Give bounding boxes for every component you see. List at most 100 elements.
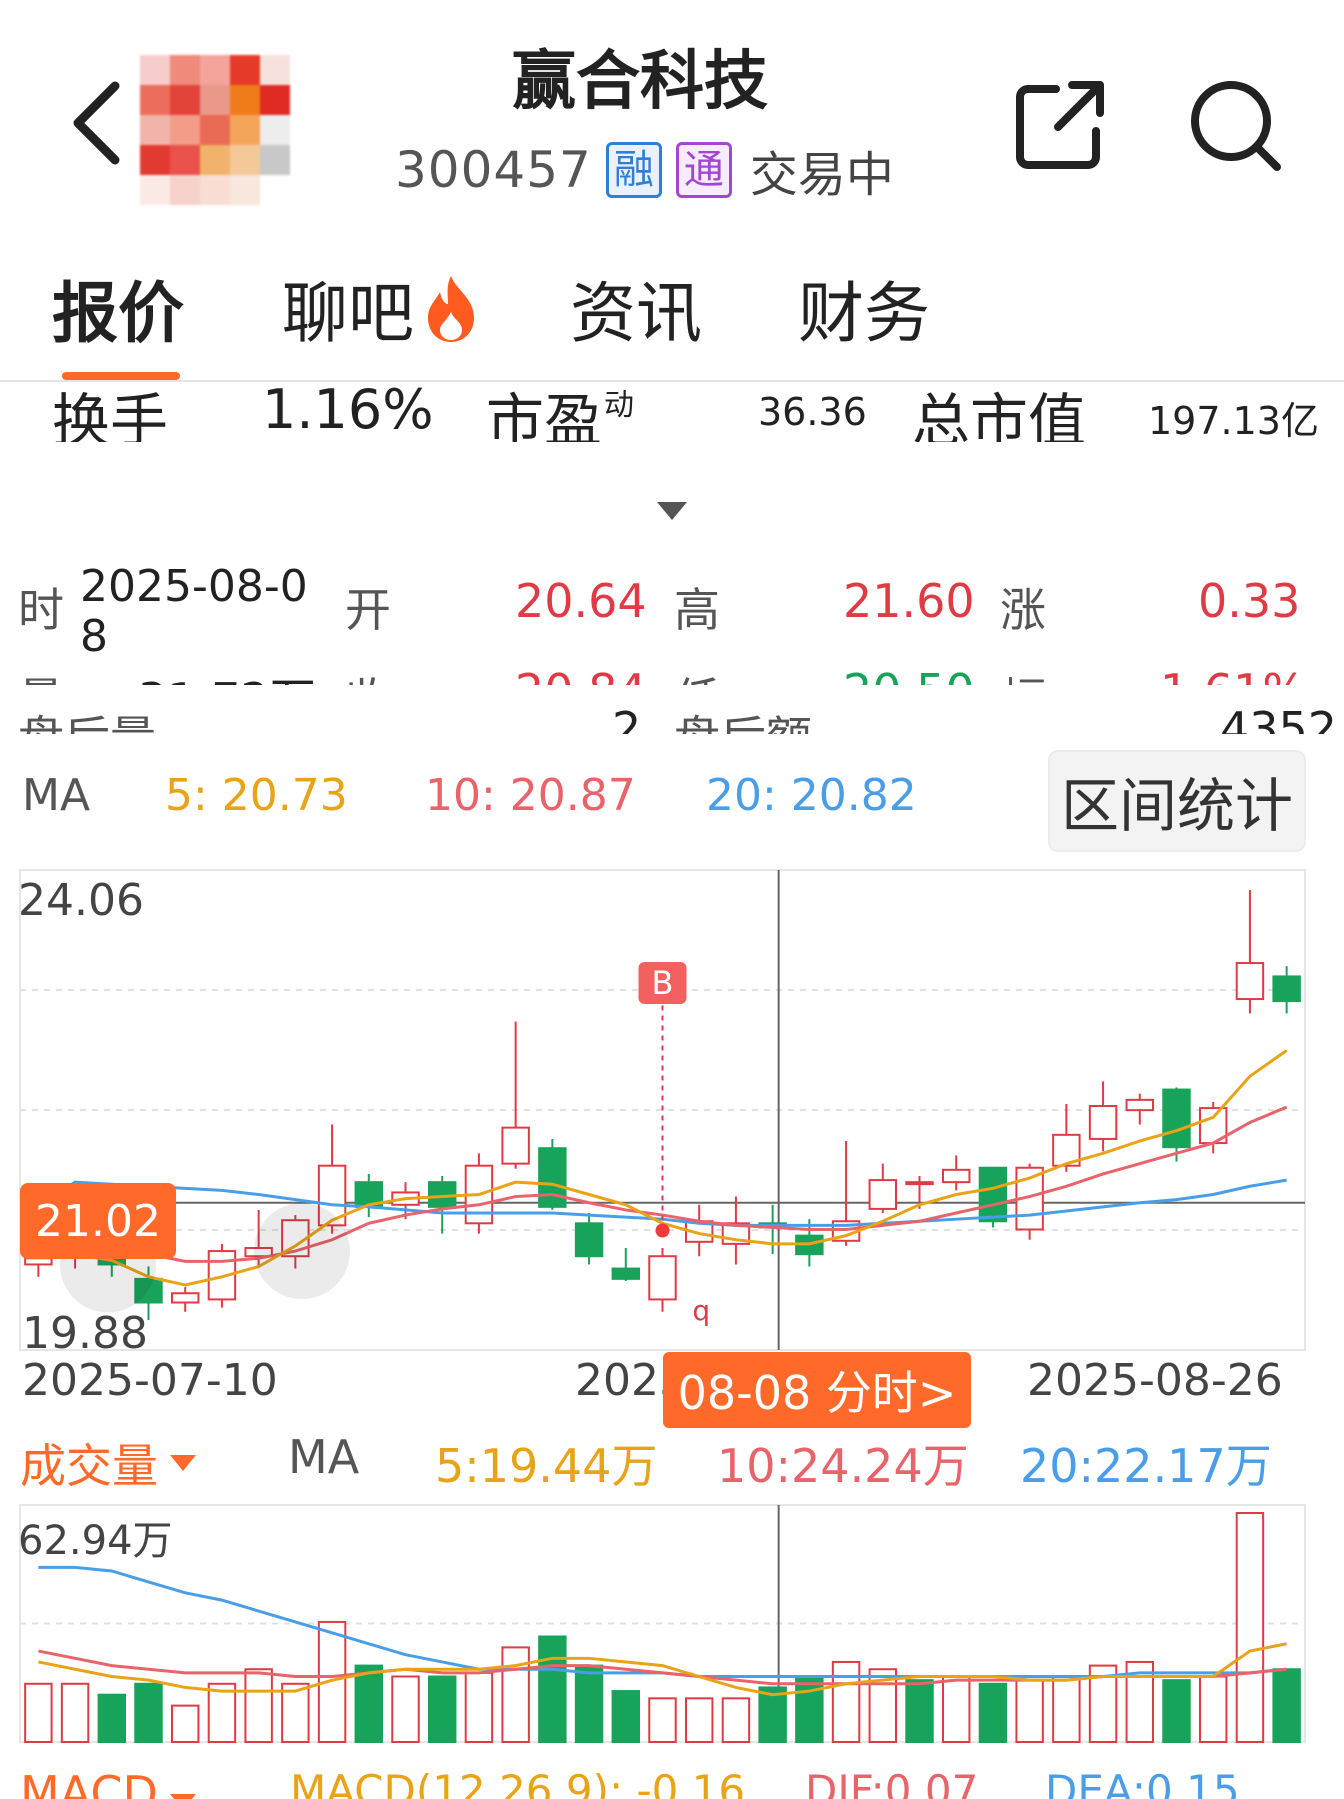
stock-code: 300457 [395, 141, 592, 199]
volume-value: 31.72万 [138, 664, 316, 685]
volume-label: 量 [18, 664, 64, 685]
volume-bar [905, 1679, 934, 1744]
volume-ma5: 5:19.44万 [435, 1439, 658, 1493]
tab-quote[interactable]: 报价 [52, 260, 184, 356]
candle-body [1272, 975, 1301, 1003]
tab-chat[interactable]: 聊吧 [282, 260, 482, 356]
volume-bar [978, 1682, 1008, 1743]
volume-bar [464, 1671, 494, 1743]
volume-ma10: 10:24.24万 [717, 1439, 969, 1493]
candle-body [905, 1181, 934, 1186]
share-icon[interactable] [1010, 75, 1110, 175]
buy-point [655, 1223, 670, 1238]
ma5-value: 5: 20.73 [165, 770, 348, 821]
volume-bar [1052, 1675, 1081, 1744]
low-value: 20.50 [843, 664, 975, 685]
buy-marker-text: B [652, 964, 674, 1002]
candle-body [1125, 1098, 1155, 1112]
gesture-dot [254, 1203, 350, 1300]
quote-detail-rows: 时 2025-08-08 开 20.64 高 21.60 涨 0.33 量 31… [0, 560, 1344, 686]
high-value: 21.60 [843, 574, 975, 628]
volume-bar [721, 1697, 751, 1743]
volume-bar [1235, 1512, 1265, 1743]
macd-dif: DIF:0.07 [805, 1766, 979, 1799]
market-cap-value: 197.13亿 [1148, 399, 1319, 442]
volume-bar [60, 1682, 90, 1743]
volume-bar [831, 1660, 861, 1744]
search-icon[interactable] [1185, 75, 1285, 175]
tab-chat-label: 聊吧 [282, 275, 414, 352]
high-label: 高 [674, 583, 720, 637]
volume-chart[interactable] [0, 1500, 1344, 1750]
intraday-button[interactable]: 08-08 分时> [663, 1352, 971, 1428]
date-axis-right: 2025-08-26 [1027, 1355, 1283, 1406]
volume-bar [354, 1664, 384, 1743]
ma10-value: 10: 20.87 [425, 770, 636, 821]
stock-connect-badge[interactable]: 通 [675, 142, 732, 198]
margin-trading-badge[interactable]: 融 [605, 142, 662, 198]
range-stats-button[interactable]: 区间统计 [1048, 750, 1306, 852]
candle-body [941, 1168, 971, 1184]
stats-strip: 换手 1.16% 市盈 动 36.36 总市值 197.13亿 [0, 382, 1344, 442]
volume-bar [1015, 1679, 1044, 1744]
tab-finance[interactable]: 财务 [798, 260, 930, 356]
macd-dropdown-caret-icon [169, 1794, 196, 1799]
volume-ma20-line [38, 1565, 1287, 1679]
candle-body [611, 1267, 641, 1280]
change-value: 0.33 [1198, 574, 1301, 628]
after-hours-amount-label: 盘后额 [674, 702, 812, 734]
open-value: 20.64 [515, 574, 647, 628]
candle-body [1088, 1105, 1118, 1140]
candle-body [868, 1179, 898, 1210]
volume-bar [391, 1675, 420, 1744]
ma-label: MA [22, 770, 91, 821]
volume-bar [170, 1704, 200, 1744]
stock-subtitle-row: 300457 融 通 交易中 [395, 135, 894, 205]
pe-label: 市盈 [486, 387, 603, 442]
volume-bar [1198, 1675, 1228, 1744]
volume-bar [244, 1668, 273, 1743]
volume-bar [24, 1682, 53, 1743]
volume-bar [134, 1682, 163, 1743]
time-label: 时 [18, 583, 64, 637]
candlestick-chart[interactable]: Bq [0, 860, 1344, 1360]
volume-bar [97, 1693, 127, 1744]
macd-indicator-label: MACD [20, 1766, 158, 1799]
price-axis-min: 19.88 [22, 1308, 148, 1359]
candle-body [501, 1126, 530, 1165]
candle-body [648, 1255, 677, 1301]
volume-ma-label: MA [288, 1430, 360, 1484]
turnover-label: 换手 [52, 387, 169, 442]
candle-body [574, 1222, 604, 1258]
volume-ma20: 20:22.17万 [1020, 1439, 1272, 1493]
change-label: 涨 [1000, 583, 1046, 637]
volume-bar [427, 1675, 457, 1744]
candle-body [24, 1257, 53, 1266]
active-tab-indicator [62, 372, 180, 380]
open-label: 开 [345, 583, 391, 637]
amplitude-label: 幅 [1000, 664, 1046, 685]
trading-status: 交易中 [749, 147, 894, 203]
candle-body [427, 1181, 457, 1208]
volume-bar [574, 1664, 604, 1743]
close-value: 20.84 [515, 664, 647, 685]
time-value: 2025-08-08 [80, 561, 308, 662]
macd-dea: DEA:0.15 [1045, 1766, 1240, 1799]
fire-icon [428, 276, 474, 342]
low-label: 低 [674, 664, 720, 685]
volume-selector[interactable]: 成交量 [20, 1430, 198, 1496]
pe-sup: 动 [604, 388, 634, 423]
after-hours-amount-value: 4352 [1220, 702, 1338, 734]
price-axis-max: 24.06 [18, 875, 144, 926]
volume-bar [1162, 1679, 1191, 1744]
macd-row: MACD MACD(12,26,9): -0.16 DIF:0.07 DEA:0… [0, 1766, 1344, 1799]
q-marker-text: q [692, 1294, 710, 1327]
tab-news[interactable]: 资讯 [570, 260, 702, 356]
volume-indicator-label: 成交量 [20, 1439, 158, 1493]
volume-bar [941, 1675, 971, 1744]
macd-selector[interactable]: MACD [20, 1766, 198, 1799]
volume-axis-max: 62.94万 [18, 1518, 173, 1564]
expand-caret-icon[interactable] [655, 500, 689, 522]
volume-bar [611, 1690, 641, 1744]
after-hours-volume-label: 盘后量 [18, 702, 156, 734]
